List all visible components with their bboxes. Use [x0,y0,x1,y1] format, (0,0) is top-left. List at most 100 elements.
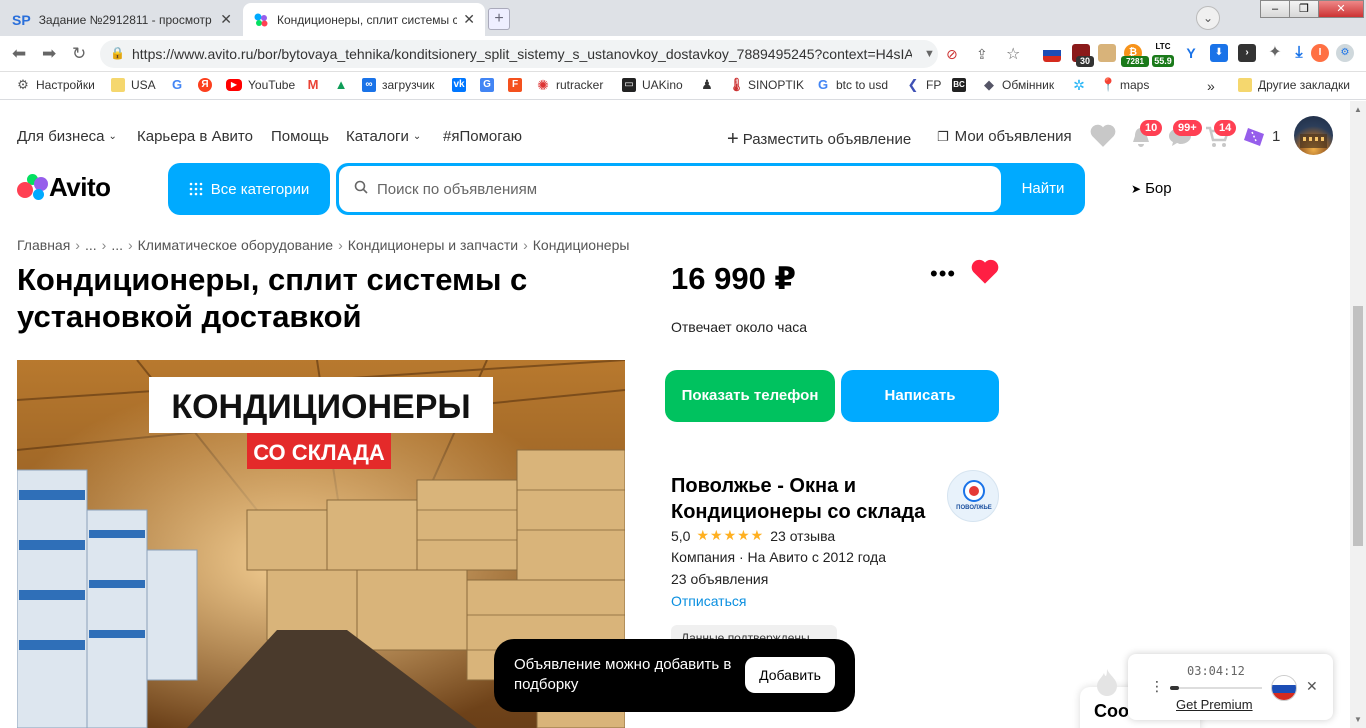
close-tab-icon[interactable]: ✕ [463,11,475,28]
breadcrumb-item[interactable]: Кондиционеры и запчасти [348,237,518,253]
bookmark-item[interactable]: ▶ YouTube [226,78,295,92]
bookmark-item[interactable]: G [480,78,500,92]
bookmark-item[interactable]: M [306,78,326,92]
seller-name[interactable]: Поволжье - Окна и Кондиционеры со склада [671,473,946,525]
more-bookmarks-button[interactable]: » [1207,78,1215,94]
toast-add-button[interactable]: Добавить [745,657,835,693]
scroll-down-icon[interactable]: ▼ [1354,715,1362,724]
add-favorite-heart-icon[interactable] [971,259,999,285]
share-icon[interactable]: ⇪ [976,46,988,63]
location-selector[interactable]: ➤ Бор [1131,180,1172,197]
bookmark-item[interactable]: ⚙ Настройки [16,78,95,93]
toast-text: Объявление можно добавить в подборку [514,656,732,693]
nav-ya-pomogayu[interactable]: #яПомогаю [443,128,522,145]
dropdown-icon[interactable]: ▼ [924,48,935,60]
maps-icon: 📍 [1100,77,1117,92]
close-window-button[interactable]: ✕ [1318,0,1364,18]
downloads-icon[interactable]: ⤓ [1290,44,1308,62]
download-extension-icon[interactable]: ⬇ [1210,44,1228,62]
search-button[interactable]: Найти [1001,163,1085,215]
maximize-button[interactable]: ❐ [1289,0,1319,18]
recorder-timer: 03:04:12 [1187,664,1245,678]
avito-page: Для бизнеса ⌄ Карьера в Авито Помощь Ката… [0,101,1350,728]
address-bar[interactable]: 🔒 https://www.avito.ru/bor/bytovaya_tehn… [100,40,938,68]
bookmark-item[interactable]: Я [198,78,218,92]
bookmark-star-icon[interactable]: ☆ [1006,44,1020,64]
get-premium-link[interactable]: Get Premium [1176,697,1253,712]
russia-flag-icon[interactable] [1271,675,1297,701]
profile-avatar[interactable]: I [1311,44,1329,62]
breadcrumb-item[interactable]: Кондиционеры [533,237,630,253]
bookmark-item[interactable]: ◆ Обмінник [982,77,1054,93]
favorites-heart-icon[interactable] [1090,124,1116,148]
breadcrumb-item[interactable]: Главная [17,237,70,253]
nav-catalogs[interactable]: Каталоги ⌄ [346,128,421,145]
forward-arrow-icon[interactable]: ➡ [42,44,56,64]
bookmark-item[interactable]: vk [452,78,472,92]
face-extension-icon[interactable] [1098,44,1116,62]
unsubscribe-link[interactable]: Отписаться [671,593,746,609]
terminal-extension-icon[interactable]: › [1238,44,1256,62]
reviews-link[interactable]: 23 отзыва [770,528,835,544]
reload-icon[interactable]: ↻ [72,44,86,64]
scroll-up-icon[interactable]: ▲ [1354,105,1362,114]
extensions-puzzle-icon[interactable]: ✦ [1266,44,1284,62]
bookmark-item[interactable]: BC [952,78,972,92]
logo-dot [33,189,44,200]
bookmark-item[interactable]: 📍 maps [1100,77,1149,93]
breadcrumb-separator: › [523,237,528,253]
rutracker-icon: ✺ [537,77,549,93]
nav-help[interactable]: Помощь [271,128,329,145]
bookmark-item[interactable]: 🌡 SINOPTIK [728,78,804,93]
exchange-icon: ◆ [984,77,994,92]
breadcrumb-item[interactable]: ... [85,237,97,253]
scrollbar-thumb[interactable] [1353,306,1363,546]
recorder-menu-icon[interactable]: ⋮ [1150,678,1164,695]
bookmark-item[interactable]: ✲ [1072,78,1092,92]
bookmark-item[interactable]: ▭ UAKino [622,78,683,92]
search-input[interactable] [339,166,1001,212]
tab-search-icon[interactable]: ⌄ [1196,6,1220,30]
new-tab-button[interactable]: + [488,8,510,30]
my-ads-link[interactable]: ❐ Мои объявления [937,128,1072,145]
bookmark-item[interactable]: G [170,78,190,92]
browser-tab-inactive[interactable]: SP Задание №2912811 - просмотр з ✕ [2,3,242,36]
flag-ru-extension-icon[interactable] [1043,44,1061,62]
page-scrollbar[interactable]: ▲ ▼ [1350,101,1366,728]
user-avatar[interactable] [1294,116,1333,155]
nav-career[interactable]: Карьера в Авито [137,128,253,145]
post-ad-link[interactable]: + Разместить объявление [727,128,911,151]
recorder-progress-fill [1170,686,1180,690]
listing-price: 16 990 ₽ [671,261,796,296]
bookmark-item[interactable]: ∞ загрузчик [362,78,434,92]
browser-tab-active[interactable]: Кондиционеры, сплит системы с ✕ [243,3,485,36]
breadcrumb-item[interactable]: ... [111,237,123,253]
seller-ads-count[interactable]: 23 объявления [671,571,768,587]
y-extension-icon[interactable]: Y [1182,44,1200,62]
bookmark-item[interactable]: ♟ [700,78,720,92]
browser-menu-icon[interactable]: ⚙ [1336,44,1354,62]
close-tab-icon[interactable]: ✕ [220,11,232,28]
back-arrow-icon[interactable]: ⬅ [12,44,26,64]
bookmark-item[interactable]: Gbtc to usd [816,78,888,93]
ltc-value[interactable]: 55.9 [1152,55,1174,67]
minimize-button[interactable]: – [1260,0,1290,18]
bookmark-item[interactable]: ❮ FP [906,78,942,93]
bookmark-item[interactable]: ✺ rutracker [536,78,603,92]
bonus-ticket-icon[interactable] [1242,126,1266,148]
bookmark-item[interactable]: USA [111,78,156,92]
other-bookmarks-folder[interactable]: Другие закладки [1238,78,1350,92]
recorder-close-icon[interactable]: ✕ [1306,678,1318,695]
bookmark-item[interactable]: ▲ [334,78,354,92]
all-categories-button[interactable]: Все категории [168,163,330,215]
breadcrumb-item[interactable]: Климатическое оборудование [138,237,333,253]
nav-for-business[interactable]: Для бизнеса ⌄ [17,128,117,145]
seller-logo[interactable]: ПОВОЛЖЬЕ [947,470,999,522]
blocked-icon[interactable]: ⊘ [946,46,958,63]
cookie-title: Coo [1094,701,1129,721]
more-options-icon[interactable]: ••• [930,261,956,287]
loader-icon: ∞ [362,78,376,92]
bookmark-item[interactable]: F [508,78,528,92]
write-message-button[interactable]: Написать [841,370,999,422]
show-phone-button[interactable]: Показать телефон [665,370,835,422]
